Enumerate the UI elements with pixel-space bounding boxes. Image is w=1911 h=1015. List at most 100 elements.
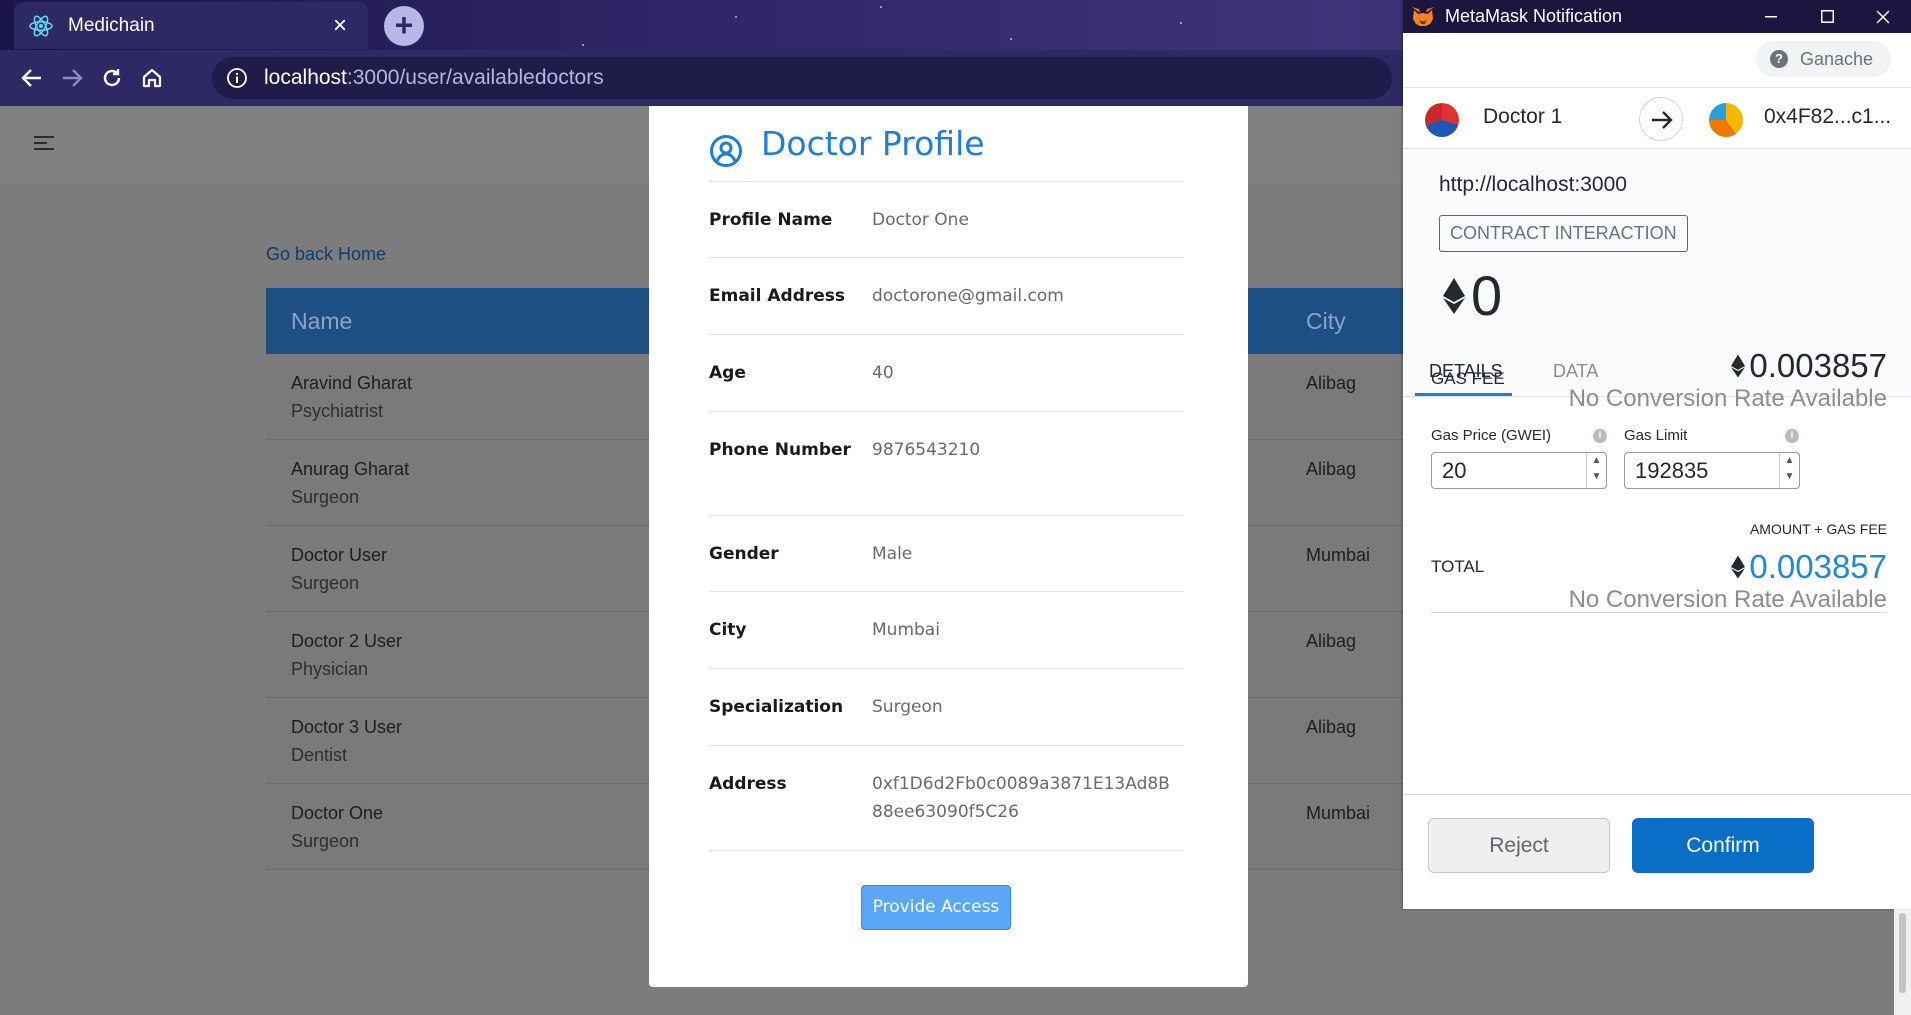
profile-field-label: Address [709, 774, 787, 794]
hamburger-menu-icon[interactable] [34, 136, 54, 154]
url-path: :3000/user/availabledoctors [346, 66, 604, 89]
tab-data[interactable]: DATA [1553, 361, 1598, 382]
provide-access-button[interactable]: Provide Access [861, 885, 1011, 930]
profile-field-row: Profile Name Doctor One [709, 182, 1184, 258]
site-info-icon[interactable] [226, 67, 248, 89]
doctor-city: Alibag [1306, 717, 1357, 737]
react-icon [29, 14, 53, 37]
gas-fee-value-row: 0.003857 [1731, 347, 1887, 385]
gas-price-input[interactable]: 20 ▲ ▼ [1431, 452, 1607, 489]
background-star [582, 44, 584, 46]
from-account-avatar [1425, 103, 1459, 137]
new-tab-button[interactable]: + [384, 6, 424, 46]
ethereum-icon [1443, 277, 1465, 314]
doctor-city: Alibag [1306, 631, 1357, 651]
window-close-icon[interactable] [1855, 0, 1911, 33]
metamask-window: MetaMask Notification ? Ganache Doctor 1… [1403, 0, 1911, 909]
doctor-city: Mumbai [1306, 803, 1371, 823]
metamask-titlebar: MetaMask Notification [1403, 0, 1911, 33]
minimize-icon[interactable] [1743, 0, 1799, 33]
gas-fee-label: GAS FEE [1431, 369, 1505, 388]
gas-limit-info-icon[interactable]: i [1785, 429, 1799, 443]
forward-arrow-icon[interactable] [54, 60, 90, 96]
user-circle-icon [710, 135, 742, 167]
network-name: Ganache [1799, 48, 1873, 69]
to-account-address[interactable]: 0x4F82...c1... [1764, 105, 1891, 129]
profile-field-value: 40 [872, 363, 894, 383]
gas-limit-label: Gas Limit [1624, 427, 1688, 444]
go-back-home-link[interactable]: Go back Home [266, 244, 386, 265]
browser-tab[interactable]: Medichain × [14, 2, 368, 49]
profile-field-value: Mumbai [872, 620, 940, 640]
doctor-specialization: Physician [291, 659, 369, 679]
ethereum-icon [1731, 555, 1746, 579]
doctor-city: Alibag [1306, 459, 1357, 479]
total-value-row: 0.003857 [1731, 548, 1887, 586]
total-label: TOTAL [1431, 557, 1485, 576]
doctor-city: Alibag [1306, 373, 1357, 393]
profile-field-value: 9876543210 [872, 440, 981, 460]
address-bar[interactable]: localhost:3000/user/availabledoctors [212, 57, 1392, 99]
profile-field-value: doctorone@gmail.com [872, 286, 1064, 306]
from-account-name: Doctor 1 [1483, 105, 1563, 128]
profile-field-label: Specialization [709, 697, 844, 717]
profile-field-value: Doctor One [872, 210, 969, 230]
doctor-name: Doctor One [291, 803, 384, 823]
column-header-city: City [1306, 308, 1346, 334]
doctor-specialization: Surgeon [291, 573, 360, 593]
gas-limit-stepper[interactable]: ▲ ▼ [1779, 453, 1799, 488]
ethereum-icon [1731, 354, 1746, 378]
profile-field-label: Profile Name [709, 210, 833, 230]
doctor-name: Anurag Gharat [291, 459, 410, 479]
scrollbar[interactable] [1894, 909, 1911, 1015]
gas-price-label: Gas Price (GWEI) [1431, 427, 1552, 444]
gas-fee-conversion: No Conversion Rate Available [1568, 385, 1887, 412]
profile-field-row: Gender Male [709, 516, 1184, 592]
url-host: localhost [264, 66, 347, 89]
profile-field-row: Phone Number 9876543210 [709, 412, 1184, 516]
tab-title: Medichain [68, 14, 155, 36]
active-tab-indicator [1415, 393, 1512, 396]
doctor-name: Aravind Gharat [291, 373, 413, 393]
gas-price-value: 20 [1442, 458, 1467, 483]
home-icon[interactable] [134, 60, 170, 96]
gas-limit-input[interactable]: 192835 ▲ ▼ [1624, 452, 1800, 489]
to-account-avatar [1709, 103, 1743, 137]
background-star [1180, 22, 1182, 24]
gas-price-stepper[interactable]: ▲ ▼ [1586, 453, 1606, 488]
maximize-icon[interactable] [1799, 0, 1855, 33]
total-conversion: No Conversion Rate Available [1568, 586, 1887, 613]
gas-fee-value: 0.003857 [1749, 347, 1887, 384]
network-selector[interactable]: ? Ganache [1755, 41, 1891, 77]
profile-field-row: Age 40 [709, 335, 1184, 412]
metamask-fox-icon [1412, 6, 1434, 26]
background-star [880, 6, 882, 8]
confirm-button[interactable]: Confirm [1632, 818, 1814, 873]
profile-field-label: Phone Number [709, 440, 851, 460]
profile-field-label: Age [709, 363, 746, 383]
amount-gas-label: AMOUNT + GAS FEE [1749, 521, 1887, 537]
doctor-name: Doctor 3 User [291, 717, 403, 737]
profile-field-row: Address 0xf1D6d2Fb0c0089a3871E13Ad8B88ee6… [709, 746, 1184, 851]
back-arrow-icon[interactable] [14, 60, 50, 96]
profile-field-label: Gender [709, 544, 779, 564]
gas-price-info-icon[interactable]: i [1593, 429, 1607, 443]
doctor-profile-modal: Doctor Profile Profile Name Doctor One Ema… [649, 106, 1248, 987]
total-value: 0.003857 [1749, 548, 1887, 585]
modal-title: Doctor Profile [761, 124, 985, 163]
background-star [735, 16, 737, 18]
scrollbar-thumb[interactable] [1899, 913, 1906, 993]
profile-field-row: City Mumbai [709, 592, 1184, 669]
doctor-name: Doctor 2 User [291, 631, 403, 651]
reload-icon[interactable] [94, 60, 130, 96]
profile-field-value: 0xf1D6d2Fb0c0089a3871E13Ad8B88ee63090f5C… [872, 774, 1170, 822]
account-row: Doctor 1 0x4F82...c1... [1403, 87, 1911, 149]
doctor-name: Doctor User [291, 545, 388, 565]
doctor-specialization: Psychiatrist [291, 401, 384, 421]
tab-close-icon[interactable]: × [326, 12, 354, 40]
background-star [1010, 38, 1012, 40]
question-icon: ? [1769, 50, 1788, 68]
doctor-specialization: Surgeon [291, 487, 360, 507]
arrow-right-icon [1639, 97, 1683, 141]
reject-button[interactable]: Reject [1428, 818, 1610, 873]
